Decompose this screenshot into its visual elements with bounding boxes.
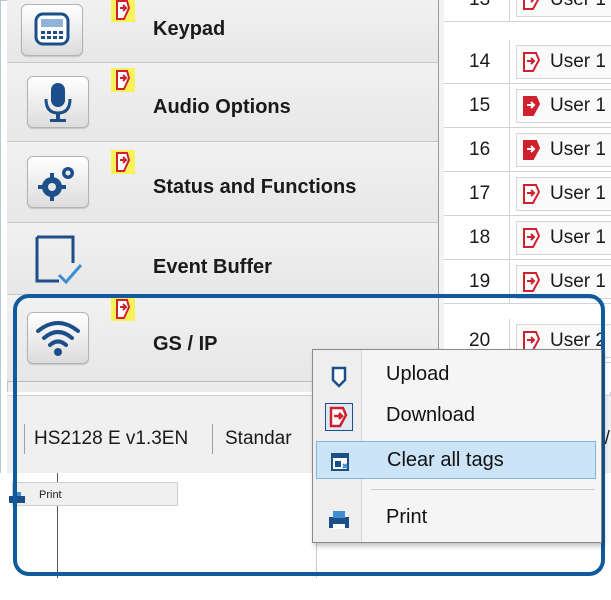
menu-item-download[interactable]: Download xyxy=(316,397,596,435)
table-row[interactable]: 17 User 1 xyxy=(444,172,611,216)
user-name: User 1 xyxy=(550,139,606,160)
sidebar-item-label: Audio Options xyxy=(153,96,291,118)
sidebar-item-label: GS / IP xyxy=(153,333,218,355)
download-tag-icon xyxy=(111,150,135,174)
sidebar-item-keypad[interactable]: Keypad xyxy=(7,0,438,63)
menu-item-label: Download xyxy=(386,404,475,426)
wifi-icon xyxy=(27,312,89,364)
row-number: 18 xyxy=(444,216,510,259)
row-number: 14 xyxy=(444,40,510,83)
keypad-icon xyxy=(21,4,83,56)
download-tag-icon xyxy=(523,0,540,10)
menu-item-label: Clear all tags xyxy=(387,449,504,471)
context-menu: Upload Download Clear all tags Print xyxy=(312,349,602,543)
table-row[interactable]: 16 User 1 xyxy=(444,128,611,172)
printer-icon xyxy=(7,489,27,513)
mini-print-label: Print xyxy=(39,489,62,501)
clear-tags-icon xyxy=(326,448,354,476)
status-version: HS2128 E v1.3EN xyxy=(34,428,189,449)
printer-icon xyxy=(325,505,353,533)
user-name: User 1 xyxy=(550,51,606,72)
menu-item-upload[interactable]: Upload xyxy=(316,356,596,394)
status-mode: Standar xyxy=(225,428,292,449)
sidebar-item-label: Keypad xyxy=(153,18,226,40)
row-number: 13 xyxy=(444,0,510,21)
status-separator xyxy=(212,424,213,454)
user-cell[interactable]: User 1 xyxy=(516,89,611,123)
row-number: 15 xyxy=(444,84,510,127)
user-name: User 1 xyxy=(550,271,606,292)
user-name: User 2 xyxy=(550,330,606,351)
sidebar-item-status-functions[interactable]: Status and Functions xyxy=(7,142,438,223)
table-row[interactable]: 13 User 1 xyxy=(444,0,611,22)
user-name: User 1 xyxy=(550,183,606,204)
table-row[interactable]: 18 User 1 xyxy=(444,216,611,260)
menu-item-print[interactable]: Print xyxy=(316,499,596,537)
download-tag-icon xyxy=(111,68,135,92)
microphone-icon xyxy=(27,76,89,128)
menu-item-label: Print xyxy=(386,506,428,528)
table-row[interactable]: 15 User 1 xyxy=(444,84,611,128)
user-cell[interactable]: User 1 xyxy=(516,0,611,17)
menu-separator xyxy=(371,489,595,490)
table-row[interactable]: 14 User 1 xyxy=(444,40,611,84)
row-number: 19 xyxy=(444,260,510,303)
user-name: User 1 xyxy=(550,95,606,116)
gears-icon xyxy=(27,156,89,208)
download-tag-icon xyxy=(523,52,541,72)
download-tag-icon xyxy=(523,228,541,248)
menu-item-label: Upload xyxy=(386,363,450,385)
row-number: 17 xyxy=(444,172,510,215)
user-cell[interactable]: User 1 xyxy=(516,45,611,79)
download-tag-icon xyxy=(523,96,541,116)
user-name: User 1 xyxy=(550,227,606,248)
user-cell[interactable]: User 1 xyxy=(516,177,611,211)
download-tag-icon xyxy=(523,140,541,160)
download-tag-icon xyxy=(523,272,541,292)
user-name: User 1 xyxy=(550,0,606,10)
event-buffer-icon xyxy=(29,233,85,287)
user-cell[interactable]: User 1 xyxy=(516,265,611,299)
user-cell[interactable]: User 1 xyxy=(516,221,611,255)
sidebar-item-label: Status and Functions xyxy=(153,176,357,198)
sidebar-item-audio-options[interactable]: Audio Options xyxy=(7,63,438,142)
download-tag-icon xyxy=(111,0,135,22)
download-tag-icon xyxy=(111,297,135,321)
mini-print-button[interactable]: Print xyxy=(9,482,178,506)
download-tag-icon xyxy=(523,184,541,204)
table-row[interactable]: 19 User 1 xyxy=(444,260,611,304)
user-cell[interactable]: User 1 xyxy=(516,133,611,167)
row-number: 16 xyxy=(444,128,510,171)
upload-tag-icon xyxy=(325,362,353,390)
sidebar-item-event-buffer[interactable]: Event Buffer xyxy=(7,223,438,295)
download-tag-icon xyxy=(325,403,353,431)
menu-item-clear-all-tags[interactable]: Clear all tags xyxy=(316,441,596,479)
sidebar-item-label: Event Buffer xyxy=(153,256,272,278)
status-separator xyxy=(24,424,25,454)
user-grid: 13 User 1 14 User 1 15 User 1 16 User 1 … xyxy=(444,0,611,392)
